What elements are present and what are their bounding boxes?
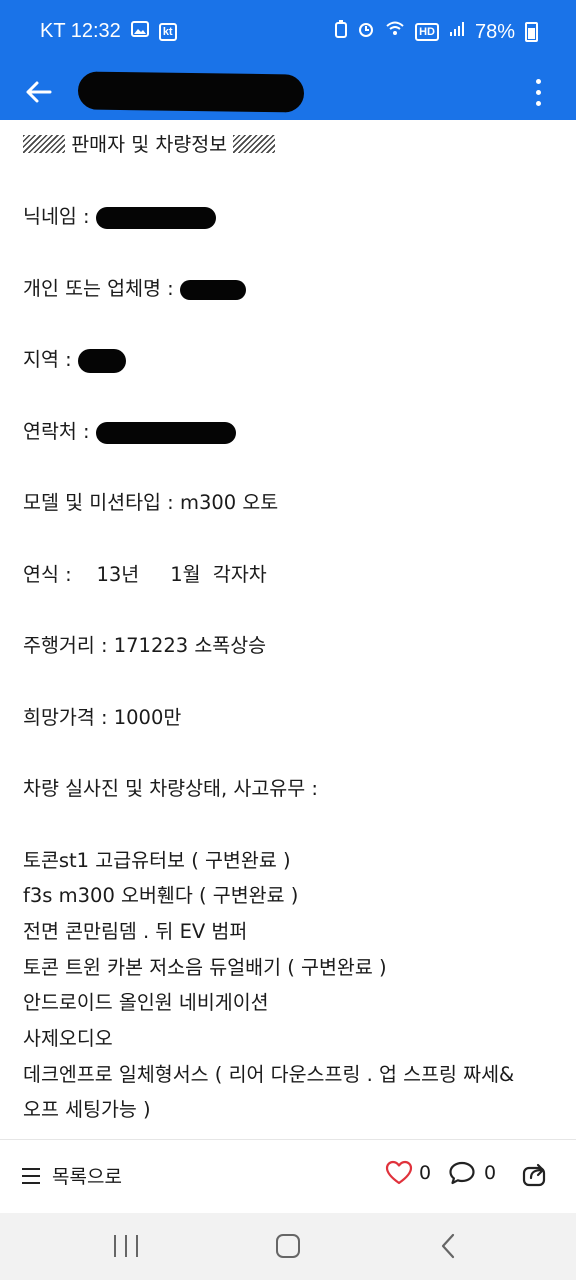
bottom-action-bar: 목록으로 0 0	[0, 1140, 576, 1213]
back-button[interactable]	[18, 72, 58, 112]
status-right: HD 78%	[335, 20, 538, 44]
list-label: 목록으로	[52, 1166, 122, 1188]
battery-percent: 78%	[474, 20, 515, 43]
kt-app-icon: kt	[158, 22, 177, 41]
status-bar: KT 12:32 kt HD 78%	[0, 0, 576, 64]
nickname-row: 닉네임 :	[23, 204, 216, 230]
redacted-company	[179, 279, 246, 300]
heart-icon	[385, 1160, 413, 1185]
recent-apps-button[interactable]	[114, 1235, 138, 1257]
list-menu-icon	[22, 1167, 40, 1184]
alarm-icon	[357, 20, 375, 44]
redacted-region	[77, 348, 126, 373]
comment-button[interactable]: 0	[448, 1160, 496, 1186]
option-line: 데크엔프로 일체형서스 ( 리어 다운스프링 . 업 스프링 짜세&	[23, 1063, 515, 1086]
redacted-title	[77, 71, 305, 113]
more-vertical-icon	[535, 78, 541, 84]
redacted-contact	[95, 421, 236, 444]
redacted-nickname	[95, 206, 216, 229]
battery-icon	[525, 22, 538, 42]
option-line: f3s m300 오버휀다 ( 구변완료 )	[23, 884, 299, 907]
hd-voice-icon: HD	[415, 23, 439, 41]
company-label: 개인 또는 업체명 :	[23, 277, 174, 300]
year-line: 연식 : 13년 1월 각자차	[23, 563, 267, 586]
option-line: 토콘st1 고급유터보 ( 구변완료 )	[23, 849, 291, 872]
nickname-label: 닉네임 :	[23, 205, 90, 228]
wifi-icon	[385, 21, 405, 43]
more-options-button[interactable]	[522, 72, 554, 112]
contact-row: 연락처 :	[23, 419, 236, 445]
price-line: 희망가격 : 1000만	[23, 706, 182, 729]
post-heading: 판매자 및 차량정보	[23, 132, 276, 158]
photos-line: 차량 실사진 및 차량상태, 사고유무 :	[23, 777, 318, 800]
home-button[interactable]	[276, 1234, 300, 1258]
option-line: 사제오디오	[23, 1027, 113, 1050]
model-line: 모델 및 미션타입 : m300 오토	[23, 491, 279, 514]
gallery-notification-icon	[130, 20, 149, 43]
region-row: 지역 :	[23, 347, 126, 373]
comment-icon	[449, 1161, 475, 1185]
system-back-button[interactable]	[440, 1233, 456, 1263]
hatch-decoration	[233, 135, 276, 153]
hatch-decoration	[23, 135, 65, 153]
chevron-left-icon	[441, 1233, 455, 1259]
carrier-time: KT 12:32	[40, 20, 121, 42]
share-button[interactable]	[521, 1160, 549, 1192]
arrow-left-icon	[26, 81, 52, 103]
post-content: 판매자 및 차량정보 닉네임 : 개인 또는 업체명 : 지역 : 연락처 : …	[0, 120, 576, 1140]
option-line: 토콘 트윈 카본 저소음 듀얼배기 ( 구변완료 )	[23, 956, 387, 979]
status-left: KT 12:32 kt	[40, 20, 177, 43]
battery-saver-icon	[335, 20, 348, 44]
contact-label: 연락처 :	[23, 420, 90, 443]
option-line: 전면 콘만림뎀 . 뒤 EV 범퍼	[23, 920, 248, 943]
like-button[interactable]: 0	[385, 1160, 431, 1186]
app-bar	[0, 64, 576, 120]
back-to-list-button[interactable]: 목록으로	[22, 1162, 122, 1189]
share-icon	[522, 1163, 546, 1187]
system-nav-bar	[0, 1213, 576, 1280]
company-row: 개인 또는 업체명 :	[23, 276, 246, 302]
region-label: 지역 :	[23, 348, 72, 371]
signal-icon	[449, 21, 465, 43]
option-line: 오프 세팅가능 )	[23, 1098, 151, 1121]
mileage-line: 주행거리 : 171223 소폭상승	[23, 634, 267, 657]
comment-count: 0	[484, 1162, 497, 1184]
like-count: 0	[419, 1162, 432, 1184]
option-line: 안드로이드 올인원 네비게이션	[23, 991, 269, 1014]
